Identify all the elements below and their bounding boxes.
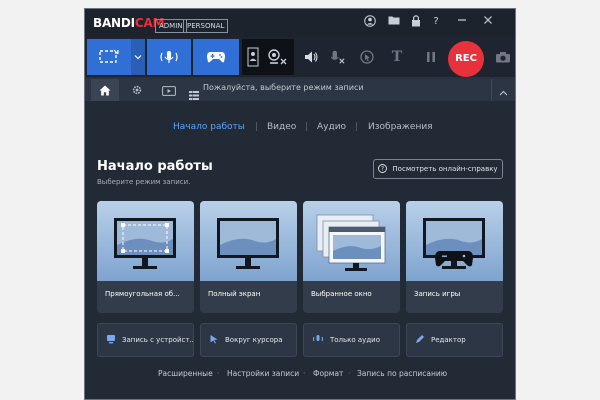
- editor-label: Редактор: [431, 336, 466, 344]
- card-label: Запись игры: [414, 290, 461, 298]
- device-icon: [106, 334, 116, 346]
- page-title: Начало работы: [97, 159, 213, 174]
- personal-tag: PERSONAL: [183, 19, 229, 33]
- online-help-button[interactable]: ? Посмотреть онлайн-справку: [373, 159, 503, 179]
- rectangle-mode-icon: [98, 48, 120, 66]
- card-art: [200, 201, 297, 281]
- monitor-fullscreen-illustration: [217, 218, 279, 269]
- game-mode-button[interactable]: [193, 39, 239, 75]
- footer-dot: ·: [303, 369, 306, 378]
- subtab-separator: |: [255, 122, 259, 132]
- subtab-video[interactable]: Видео: [267, 122, 296, 132]
- video-player-icon: [162, 81, 176, 100]
- schedule-link[interactable]: Запись по расписанию: [357, 369, 447, 378]
- home-icon: [99, 81, 111, 100]
- card-label: Прямоугольная об...: [105, 290, 180, 298]
- mode-dropdown-button[interactable]: [131, 39, 145, 75]
- mode-hint-text: Пожалуйста, выберите режим записи: [203, 83, 364, 92]
- help-circle-icon: ?: [378, 163, 388, 175]
- footer-dot: ·: [348, 369, 351, 378]
- page-subtitle: Выберите режим записи.: [97, 178, 191, 186]
- card-game-recording[interactable]: Запись игры: [406, 201, 503, 313]
- lock-icon[interactable]: [409, 15, 423, 29]
- editor-icon: [415, 334, 425, 346]
- subtab-audio[interactable]: Аудио: [317, 122, 346, 132]
- tab-home[interactable]: [91, 79, 119, 101]
- gear-icon: [131, 81, 143, 100]
- rec-button[interactable]: REC: [448, 41, 484, 77]
- audio-only-label: Только аудио: [330, 336, 380, 344]
- help-icon[interactable]: ?: [429, 15, 443, 29]
- editor-button[interactable]: Редактор: [406, 323, 503, 357]
- mic-off-icon[interactable]: [329, 49, 345, 65]
- minimize-icon[interactable]: [455, 15, 469, 29]
- tab-video-player[interactable]: [155, 79, 183, 101]
- card-label: Полный экран: [208, 290, 261, 298]
- rectangle-mode-button[interactable]: [87, 39, 131, 75]
- advanced-link[interactable]: Расширенные: [158, 369, 213, 378]
- user-icon[interactable]: [363, 15, 377, 29]
- camera-icon[interactable]: [495, 49, 511, 65]
- card-art: [406, 201, 503, 281]
- format-link[interactable]: Формат: [313, 369, 343, 378]
- folder-icon[interactable]: [387, 15, 401, 29]
- collapse-button[interactable]: [491, 79, 515, 101]
- main-panel: Начало работы | Видео | Аудио | Изображе…: [85, 101, 515, 399]
- card-art: [303, 201, 400, 281]
- bandicam-window: BANDICAM ADMIN PERSONAL ? T REC Пожалуйс…: [84, 8, 516, 400]
- card-full-screen[interactable]: Полный экран: [200, 201, 297, 313]
- app-logo: BANDICAM: [93, 16, 165, 30]
- record-settings-link[interactable]: Настройки записи: [227, 369, 299, 378]
- subtab-separator: |: [355, 122, 359, 132]
- pause-icon[interactable]: [423, 49, 439, 65]
- audio-only-button[interactable]: Только аудио: [303, 323, 400, 357]
- logo-text-bandi: BANDI: [93, 16, 135, 30]
- tabs-row: Пожалуйста, выберите режим записи: [85, 79, 515, 101]
- chevron-up-icon: [499, 81, 508, 100]
- webcam-person-icon: [247, 47, 259, 71]
- cursor-icon: [209, 334, 219, 346]
- text-icon[interactable]: T: [389, 49, 405, 65]
- title-bar: BANDICAM ADMIN PERSONAL ?: [85, 9, 515, 37]
- close-icon[interactable]: [481, 15, 495, 29]
- device-recording-button[interactable]: Запись с устройст...: [97, 323, 194, 357]
- audio-wave-icon: [312, 334, 324, 346]
- dropdown-chevron-icon: [134, 54, 142, 60]
- webcam-overlay-box[interactable]: [242, 39, 294, 75]
- around-cursor-button[interactable]: Вокруг курсора: [200, 323, 297, 357]
- card-art: [97, 201, 194, 281]
- admin-tag: ADMIN: [155, 19, 187, 33]
- subtab-separator: |: [305, 122, 309, 132]
- speaker-icon[interactable]: [303, 49, 319, 65]
- monitor-gamepad-illustration: [423, 218, 485, 269]
- card-rectangle-area[interactable]: Прямоугольная об...: [97, 201, 194, 313]
- online-help-label: Посмотреть онлайн-справку: [392, 165, 498, 173]
- cursor-effect-icon[interactable]: [359, 49, 375, 65]
- gamepad-icon: [206, 50, 226, 64]
- card-label: Выбранное окно: [311, 290, 372, 298]
- footer-dot: ·: [217, 369, 220, 378]
- around-cursor-label: Вокруг курсора: [225, 336, 283, 344]
- audio-mode-icon: [158, 49, 180, 65]
- svg-text:?: ?: [381, 165, 384, 172]
- audio-mode-button[interactable]: [147, 39, 191, 75]
- card-selected-window[interactable]: Выбранное окно: [303, 201, 400, 313]
- monitor-rectangle-illustration: [114, 218, 176, 269]
- subtab-getting-started[interactable]: Начало работы: [173, 122, 245, 132]
- windows-stack-illustration: [316, 214, 386, 271]
- subtab-images[interactable]: Изображения: [368, 122, 433, 132]
- device-recording-label: Запись с устройст...: [122, 336, 194, 344]
- tab-settings[interactable]: [125, 79, 149, 101]
- webcam-off-icon: [266, 48, 288, 70]
